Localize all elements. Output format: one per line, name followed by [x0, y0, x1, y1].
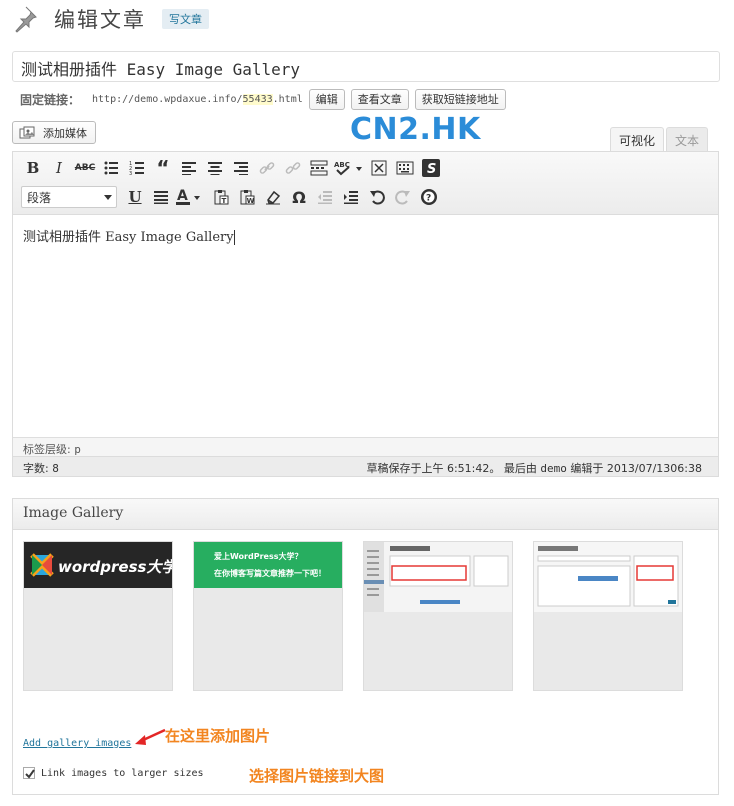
element-path-bar: 标签层级: p	[13, 437, 718, 458]
svg-text:A: A	[177, 188, 188, 204]
promo-banner-image: 爱上WordPress大学？ 在你博客写篇文章推荐一下吧！	[194, 542, 342, 588]
omega-icon[interactable]: Ω	[287, 185, 311, 209]
svg-text:S: S	[427, 162, 436, 177]
path-value[interactable]: p	[74, 443, 81, 456]
outdent-icon[interactable]	[313, 185, 337, 209]
eraser-icon[interactable]	[261, 185, 285, 209]
wordpress-daxue-logo-image: wordpress大学	[24, 542, 172, 588]
editor: B I ABC 123 “ ABC S 段落 U A T W Ω ? 测试相册插…	[12, 151, 719, 477]
word-count: 8	[52, 462, 59, 475]
link-icon[interactable]	[255, 156, 279, 180]
tab-text[interactable]: 文本	[666, 127, 709, 151]
unlink-icon[interactable]	[281, 156, 305, 180]
add-media-button[interactable]: 添加媒体	[12, 121, 96, 144]
tab-visual[interactable]: 可视化	[610, 127, 665, 151]
add-gallery-images-link[interactable]: Add gallery images	[23, 738, 131, 749]
svg-text:3: 3	[129, 171, 132, 176]
paste-word-icon[interactable]: W	[235, 185, 259, 209]
spellcheck-icon[interactable]: ABC	[333, 156, 365, 180]
checkmark-icon	[25, 769, 35, 779]
edit-permalink-button[interactable]: 编辑	[308, 88, 345, 110]
permalink-slug[interactable]: 55433	[242, 93, 273, 105]
bold-icon[interactable]: B	[21, 156, 45, 180]
gallery-thumbnail[interactable]	[533, 541, 683, 691]
link-larger-label[interactable]: Link images to larger sizes	[41, 768, 204, 779]
permalink-label: 固定链接：	[20, 92, 81, 107]
svg-text:爱上WordPress大学？: 爱上WordPress大学？	[214, 551, 302, 561]
align-right-icon[interactable]	[229, 156, 253, 180]
post-title-input[interactable]: 测试相册插件 Easy Image Gallery	[12, 51, 720, 82]
annotation-add-images: 在这里添加图片	[165, 727, 271, 745]
get-shortlink-button[interactable]: 获取短链接地址	[414, 88, 506, 110]
path-label: 标签层级:	[23, 443, 71, 456]
screenshot-thumbnail-image	[364, 542, 512, 612]
screenshot-thumbnail-image	[534, 542, 682, 612]
toolbar-row-2: 段落 U A T W Ω ?	[21, 184, 443, 210]
bullet-list-icon[interactable]	[99, 156, 123, 180]
svg-text:wordpress大学: wordpress大学	[58, 558, 172, 576]
text-cursor	[233, 230, 235, 245]
add-media-label: 添加媒体	[43, 126, 87, 140]
undo-icon[interactable]	[365, 185, 389, 209]
svg-text:W: W	[247, 197, 255, 205]
view-post-button[interactable]: 查看文章	[350, 88, 409, 110]
align-left-icon[interactable]	[177, 156, 201, 180]
justify-icon[interactable]	[149, 185, 173, 209]
image-gallery-title: Image Gallery	[13, 499, 718, 530]
annotation-link-larger: 选择图片链接到大图	[249, 767, 385, 785]
editor-toolbar: B I ABC 123 “ ABC S 段落 U A T W Ω ?	[13, 152, 718, 215]
word-count-label: 字数:	[23, 462, 49, 475]
underline-icon[interactable]: U	[123, 185, 147, 209]
align-center-icon[interactable]	[203, 156, 227, 180]
new-post-button[interactable]: 写文章	[162, 9, 209, 29]
page-title: 编辑文章	[54, 8, 146, 32]
svg-text:?: ?	[426, 194, 431, 204]
numbered-list-icon[interactable]: 123	[125, 156, 149, 180]
pushpin-icon	[15, 6, 37, 33]
chevron-down-icon	[104, 195, 112, 200]
annotation-arrow-icon	[135, 728, 166, 745]
editor-status-bar: 字数: 8 草稿保存于上午 6:51:42。 最后由 demo 编辑于 2013…	[12, 456, 719, 477]
svg-text:T: T	[222, 197, 227, 205]
fullscreen-icon[interactable]	[367, 156, 391, 180]
permalink-url[interactable]: http://demo.wpdaxue.info/55433.html	[92, 93, 303, 105]
blockquote-icon[interactable]: “	[151, 156, 175, 180]
gallery-thumbnail[interactable]: wordpress大学	[23, 541, 173, 691]
help-icon[interactable]: ?	[417, 185, 441, 209]
text-color-icon[interactable]: A	[175, 185, 207, 209]
link-larger-option: Link images to larger sizes	[23, 767, 204, 779]
gallery-thumbnail[interactable]	[363, 541, 513, 691]
redo-icon[interactable]	[391, 185, 415, 209]
autosave-info: 草稿保存于上午 6:51:42。 最后由 demo 编辑于 2013/07/13…	[366, 462, 702, 475]
italic-icon[interactable]: I	[47, 156, 71, 180]
toolbar-row-1: B I ABC 123 “ ABC S	[21, 155, 445, 181]
gallery-thumbnail[interactable]: 爱上WordPress大学？ 在你博客写篇文章推荐一下吧！	[193, 541, 343, 691]
watermark: CN2.HK	[350, 112, 481, 147]
indent-icon[interactable]	[339, 185, 363, 209]
media-icon	[19, 126, 35, 138]
format-select[interactable]: 段落	[21, 186, 117, 208]
editor-content[interactable]: 测试相册插件 Easy Image Gallery	[23, 226, 235, 245]
svg-text:在你博客写篇文章推荐一下吧！: 在你博客写篇文章推荐一下吧！	[214, 568, 326, 578]
special-s-icon[interactable]: S	[419, 156, 443, 180]
paste-text-icon[interactable]: T	[209, 185, 233, 209]
page-header: 编辑文章 写文章	[12, 4, 209, 34]
strikethrough-icon[interactable]: ABC	[73, 156, 97, 180]
kitchen-sink-icon[interactable]	[393, 156, 417, 180]
image-gallery-metabox: Image Gallery wordpress大学 爱上WordPress大学？…	[12, 498, 719, 795]
permalink-row: 固定链接： http://demo.wpdaxue.info/55433.htm…	[20, 88, 506, 110]
read-more-icon[interactable]	[307, 156, 331, 180]
link-larger-checkbox[interactable]	[23, 767, 35, 779]
